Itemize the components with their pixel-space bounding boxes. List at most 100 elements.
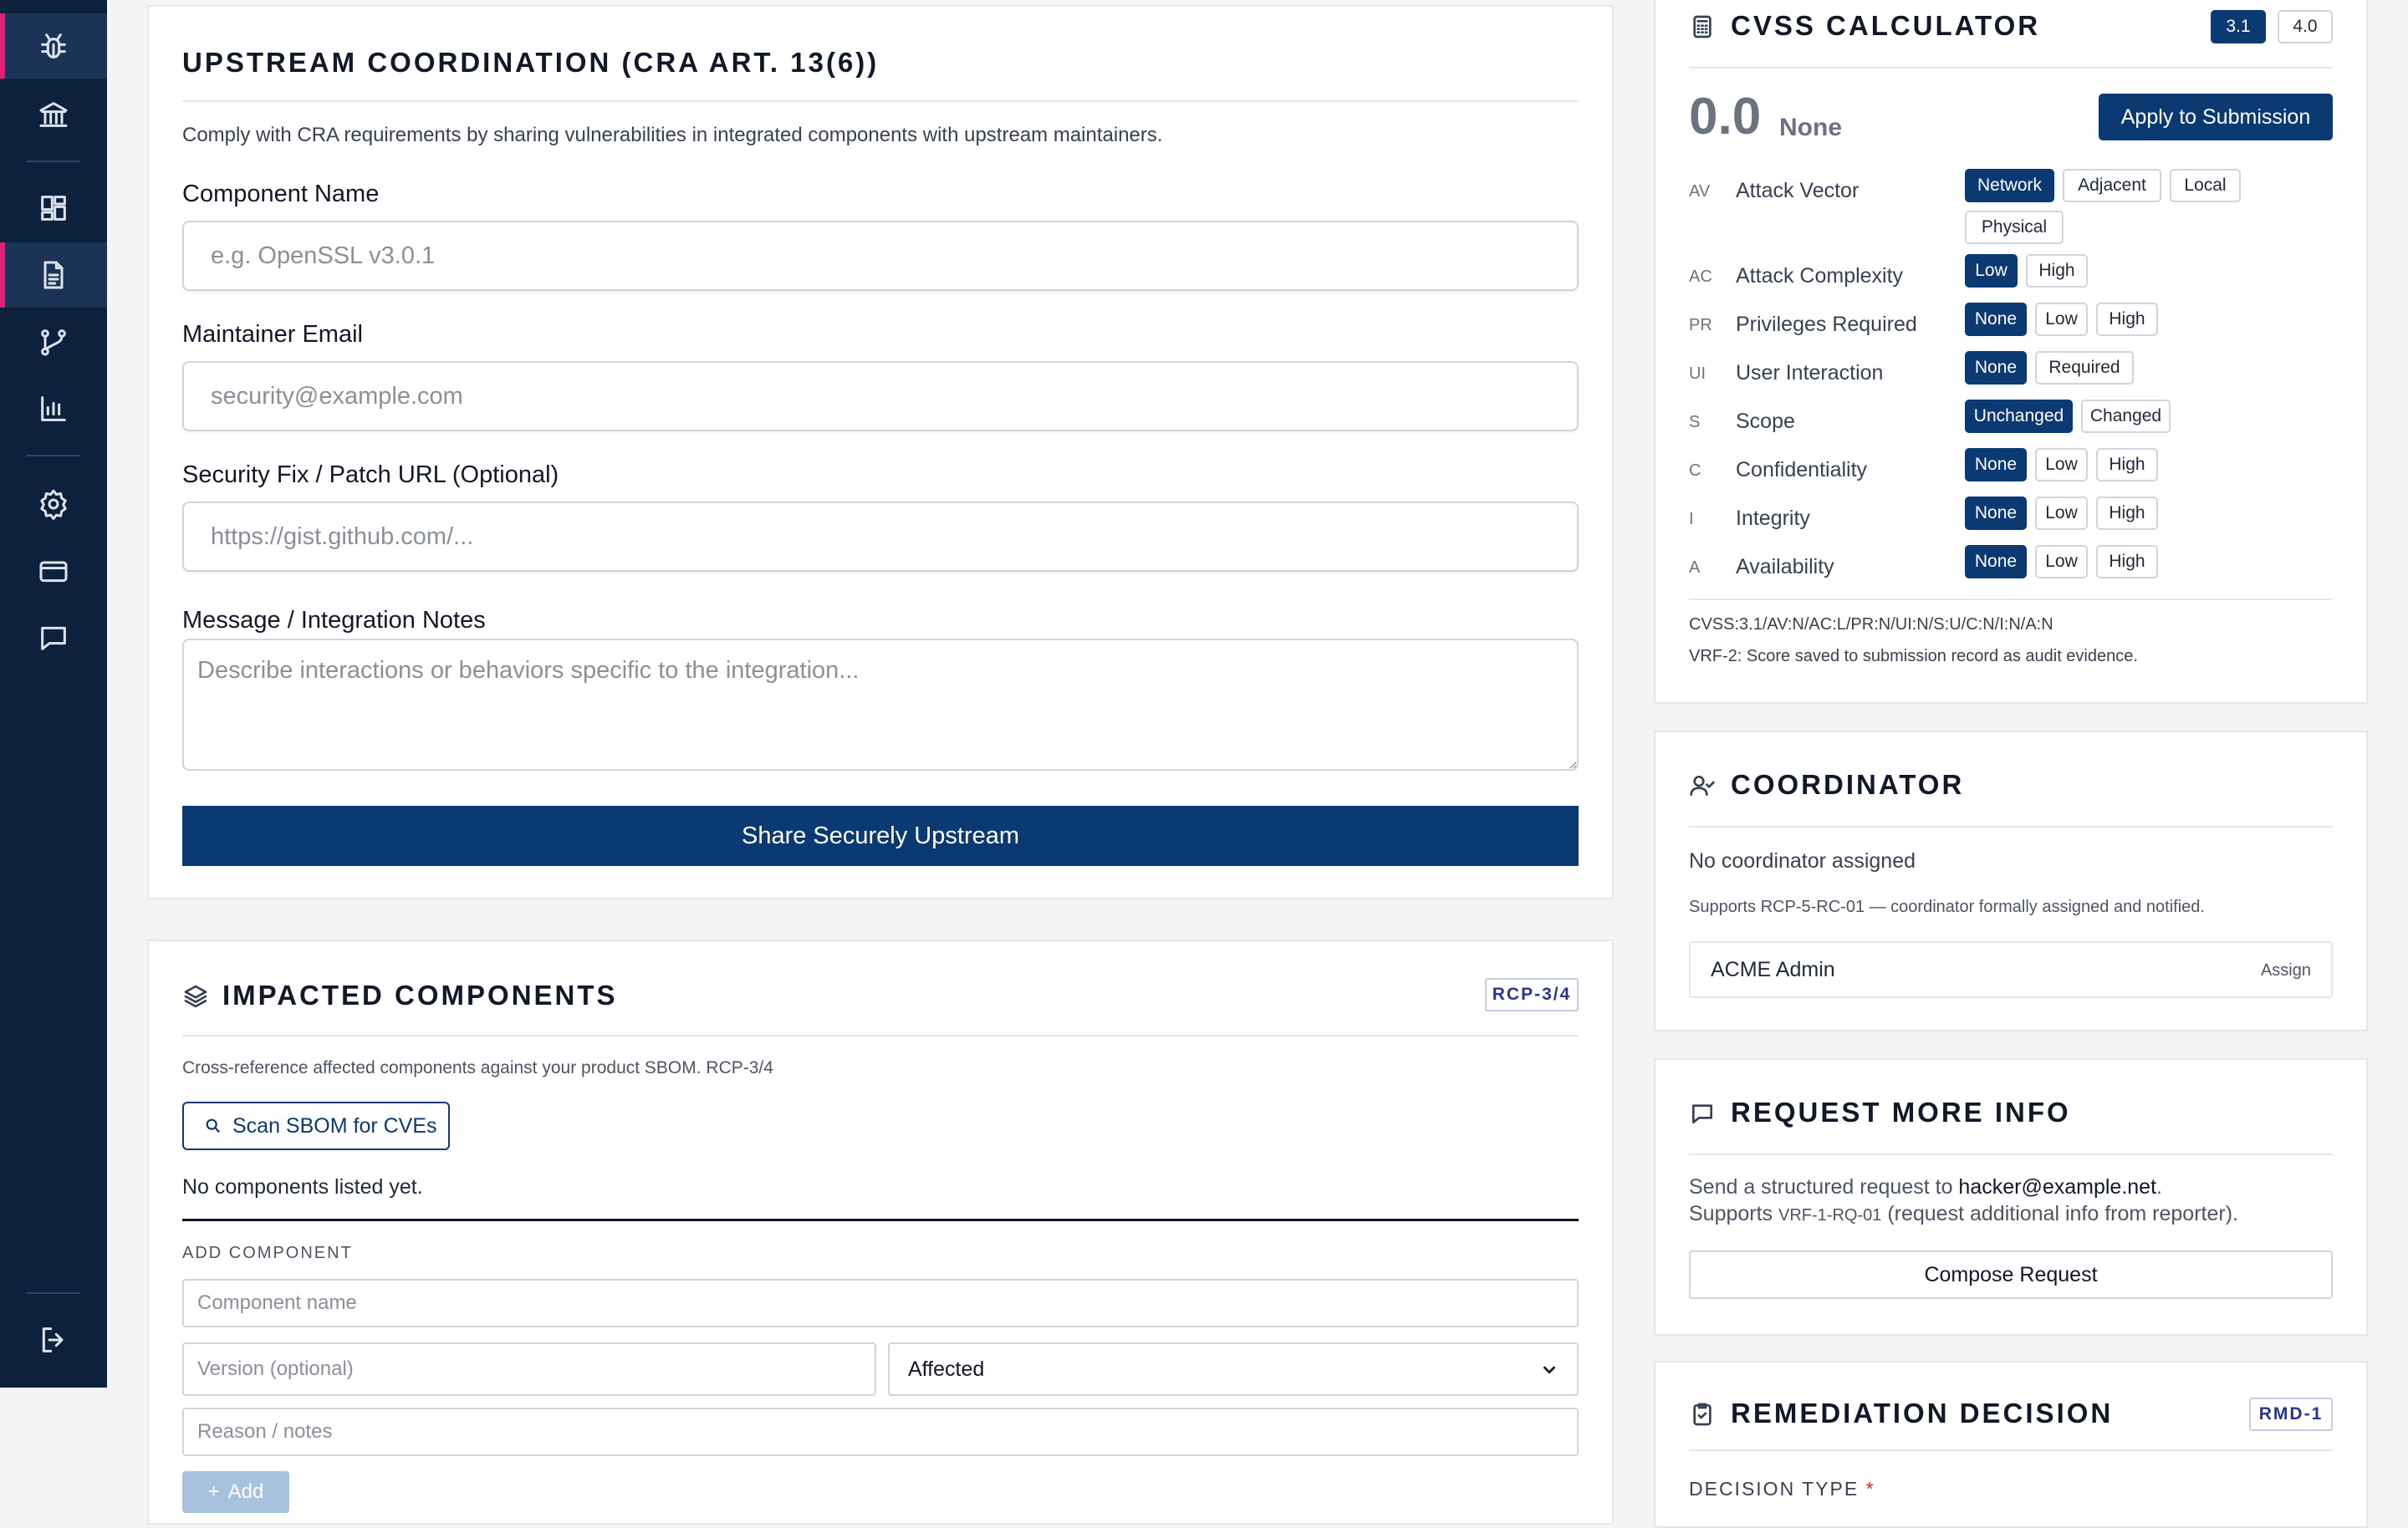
requirement-badge: RMD-1: [2249, 1398, 2333, 1431]
card-title: UPSTREAM COORDINATION (CRA ART. 13(6)): [182, 47, 880, 78]
bank-icon: [39, 102, 68, 127]
cvss-version-31[interactable]: 3.1: [2211, 10, 2266, 43]
sidebar-item-dashboard[interactable]: [0, 176, 107, 241]
metric-option[interactable]: Physical: [1965, 211, 2064, 244]
sidebar-item-settings[interactable]: [0, 471, 107, 537]
sidebar-divider: [27, 160, 80, 162]
upstream-coordination-card: UPSTREAM COORDINATION (CRA ART. 13(6)) C…: [147, 5, 1614, 899]
version-field[interactable]: [182, 1342, 876, 1396]
calculator-icon: [1693, 15, 1712, 38]
metric-option[interactable]: Low: [2035, 545, 2088, 578]
reporter-email: hacker@example.net: [1958, 1175, 2157, 1199]
sidebar: [0, 0, 107, 1388]
maintainer-email-input[interactable]: [182, 361, 1579, 431]
empty-components-text: No components listed yet.: [182, 1175, 423, 1199]
notes-textarea[interactable]: [182, 639, 1579, 771]
request-line-2-prefix: Supports: [1689, 1202, 1779, 1225]
card-title: COORDINATOR: [1731, 769, 1965, 800]
remediation-decision-card: REMEDIATION DECISION RMD-1 DECISION TYPE…: [1654, 1361, 2368, 1528]
metric-option[interactable]: Local: [2170, 169, 2241, 202]
metric-abbr: I: [1689, 510, 1694, 528]
add-component-button[interactable]: + Add: [182, 1471, 289, 1513]
sidebar-item-reports[interactable]: [0, 242, 107, 308]
divider: [1689, 1449, 2333, 1451]
maintainer-email-label: Maintainer Email: [182, 321, 363, 348]
sidebar-item-branches[interactable]: [0, 309, 107, 374]
cvss-vector-string: CVSS:3.1/AV:N/AC:L/PR:N/UI:N/S:U/C:N/I:N…: [1689, 615, 2053, 634]
scan-sbom-button[interactable]: Scan SBOM for CVEs: [182, 1102, 450, 1150]
scan-sbom-label: Scan SBOM for CVEs: [232, 1113, 437, 1138]
cvss-audit-note: VRF-2: Score saved to submission record …: [1689, 647, 2138, 665]
user-check-icon: [1690, 776, 1715, 796]
divider: [182, 1219, 1579, 1221]
metric-option[interactable]: Low: [1965, 254, 2018, 288]
metric-option[interactable]: Low: [2035, 497, 2088, 530]
sidebar-item-logout[interactable]: [0, 1307, 107, 1373]
request-line-1-suffix: .: [2156, 1175, 2162, 1199]
reason-field[interactable]: [182, 1408, 1579, 1456]
coordinator-card: COORDINATOR No coordinator assigned Supp…: [1654, 731, 2368, 1031]
cvss-version-40[interactable]: 4.0: [2278, 10, 2333, 43]
chat-icon: [1692, 1104, 1712, 1123]
divider: [1689, 598, 2333, 600]
share-upstream-button[interactable]: Share Securely Upstream: [182, 806, 1579, 866]
metric-option[interactable]: None: [1965, 351, 2027, 385]
coordinator-status: No coordinator assigned: [1689, 849, 1916, 873]
metric-option[interactable]: None: [1965, 545, 2027, 578]
metric-abbr: S: [1689, 413, 1701, 431]
metric-option[interactable]: Low: [2035, 448, 2088, 481]
assign-link[interactable]: Assign: [2261, 961, 2311, 980]
component-name-input[interactable]: [182, 221, 1579, 291]
metric-option[interactable]: High: [2096, 545, 2158, 578]
metric-abbr: C: [1689, 461, 1701, 480]
sidebar-divider: [27, 1292, 80, 1294]
metric-option[interactable]: Adjacent: [2063, 169, 2161, 202]
credit-card-icon: [39, 561, 68, 583]
patch-url-input[interactable]: [182, 502, 1579, 572]
metric-option[interactable]: None: [1965, 303, 2027, 336]
metric-option[interactable]: High: [2096, 448, 2158, 481]
metric-option[interactable]: High: [2096, 303, 2158, 336]
card-title: CVSS CALCULATOR: [1731, 10, 2041, 41]
search-icon: [206, 1118, 221, 1133]
request-more-info-card: REQUEST MORE INFO Send a structured requ…: [1654, 1058, 2368, 1336]
metric-abbr: A: [1689, 558, 1701, 577]
request-line-2-suffix: (request additional info from reporter).: [1881, 1202, 2238, 1225]
sidebar-item-analytics[interactable]: [0, 376, 107, 441]
chat-icon: [41, 626, 66, 650]
add-button-label: Add: [227, 1480, 264, 1503]
card-description: Cross-reference affected components agai…: [182, 1058, 773, 1077]
metric-option[interactable]: None: [1965, 497, 2027, 530]
metric-abbr: AC: [1689, 267, 1712, 286]
metric-label: Scope: [1736, 410, 1795, 433]
bar-chart-icon: [41, 396, 66, 421]
metric-option[interactable]: None: [1965, 448, 2027, 481]
request-line-1-prefix: Send a structured request to: [1689, 1175, 1959, 1199]
assignee-row: ACME Admin Assign: [1689, 941, 2333, 998]
component-name-field[interactable]: [182, 1279, 1579, 1327]
metric-option[interactable]: Network: [1965, 169, 2054, 202]
sidebar-item-bugs[interactable]: [0, 13, 107, 79]
cvss-calculator-card: CVSS CALCULATOR 3.1 4.0 0.0 None Apply t…: [1654, 0, 2368, 704]
gear-icon: [40, 489, 67, 520]
metric-option[interactable]: Low: [2035, 303, 2088, 336]
chevron-down-icon: [1543, 1366, 1556, 1374]
cvss-severity: None: [1779, 114, 1842, 141]
sidebar-item-billing[interactable]: [0, 538, 107, 604]
metric-option[interactable]: Changed: [2081, 400, 2171, 433]
card-description: Comply with CRA requirements by sharing …: [182, 124, 1163, 146]
metric-label: Attack Complexity: [1736, 264, 1904, 288]
status-select[interactable]: Affected: [888, 1342, 1579, 1396]
metric-option[interactable]: High: [2096, 497, 2158, 530]
sidebar-item-authority[interactable]: [0, 82, 107, 147]
metric-option[interactable]: High: [2026, 254, 2088, 288]
patch-url-label: Security Fix / Patch URL (Optional): [182, 461, 559, 488]
metric-option[interactable]: Required: [2035, 351, 2134, 385]
compose-request-button[interactable]: Compose Request: [1689, 1250, 2333, 1299]
metric-option[interactable]: Unchanged: [1965, 400, 2073, 433]
apply-to-submission-button[interactable]: Apply to Submission: [2099, 94, 2333, 140]
divider: [182, 100, 1579, 102]
sidebar-item-messages[interactable]: [0, 605, 107, 670]
add-component-heading: ADD COMPONENT: [182, 1244, 353, 1262]
request-line-1: Send a structured request to hacker@exam…: [1689, 1175, 2162, 1199]
